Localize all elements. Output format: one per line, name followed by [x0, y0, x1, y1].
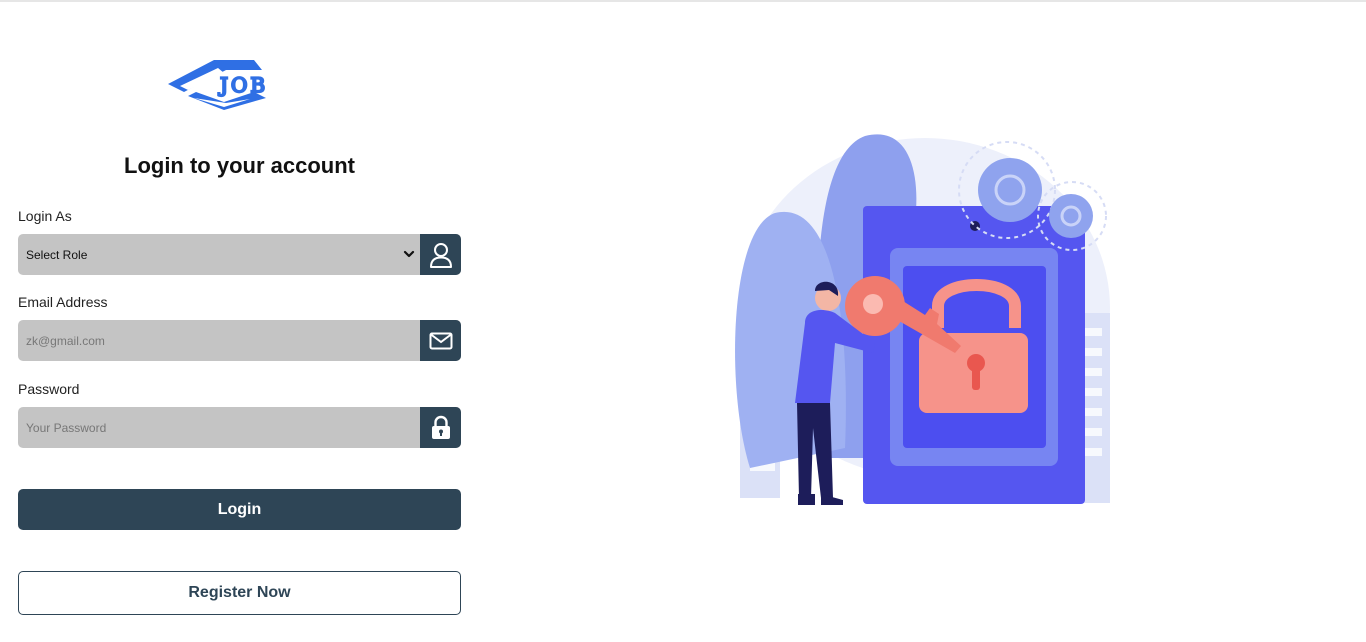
role-select[interactable]: Select Role — [18, 234, 461, 275]
role-select-value: Select Role — [26, 247, 88, 262]
user-icon — [429, 242, 452, 268]
login-panel: JOB Login to your account Login As Selec… — [18, 0, 461, 642]
email-field[interactable]: zk@gmail.com — [18, 320, 461, 361]
brand-logo: JOB — [168, 60, 268, 110]
email-placeholder: zk@gmail.com — [26, 333, 105, 348]
password-placeholder: Your Password — [26, 420, 107, 435]
mail-icon — [429, 332, 452, 349]
password-label: Password — [18, 381, 80, 397]
email-icon-box — [420, 320, 461, 361]
login-button[interactable]: Login — [18, 489, 461, 530]
login-illustration — [735, 134, 1110, 505]
register-button[interactable]: Register Now — [18, 571, 461, 615]
role-label: Login As — [18, 208, 72, 224]
page-title: Login to your account — [124, 153, 355, 178]
password-field[interactable]: Your Password — [18, 407, 461, 448]
logo-text: JOB — [218, 73, 268, 97]
role-icon-box — [420, 234, 461, 275]
lock-icon — [431, 415, 450, 439]
chevron-down-icon[interactable] — [402, 247, 416, 261]
email-label: Email Address — [18, 294, 108, 310]
password-icon-box — [420, 407, 461, 448]
